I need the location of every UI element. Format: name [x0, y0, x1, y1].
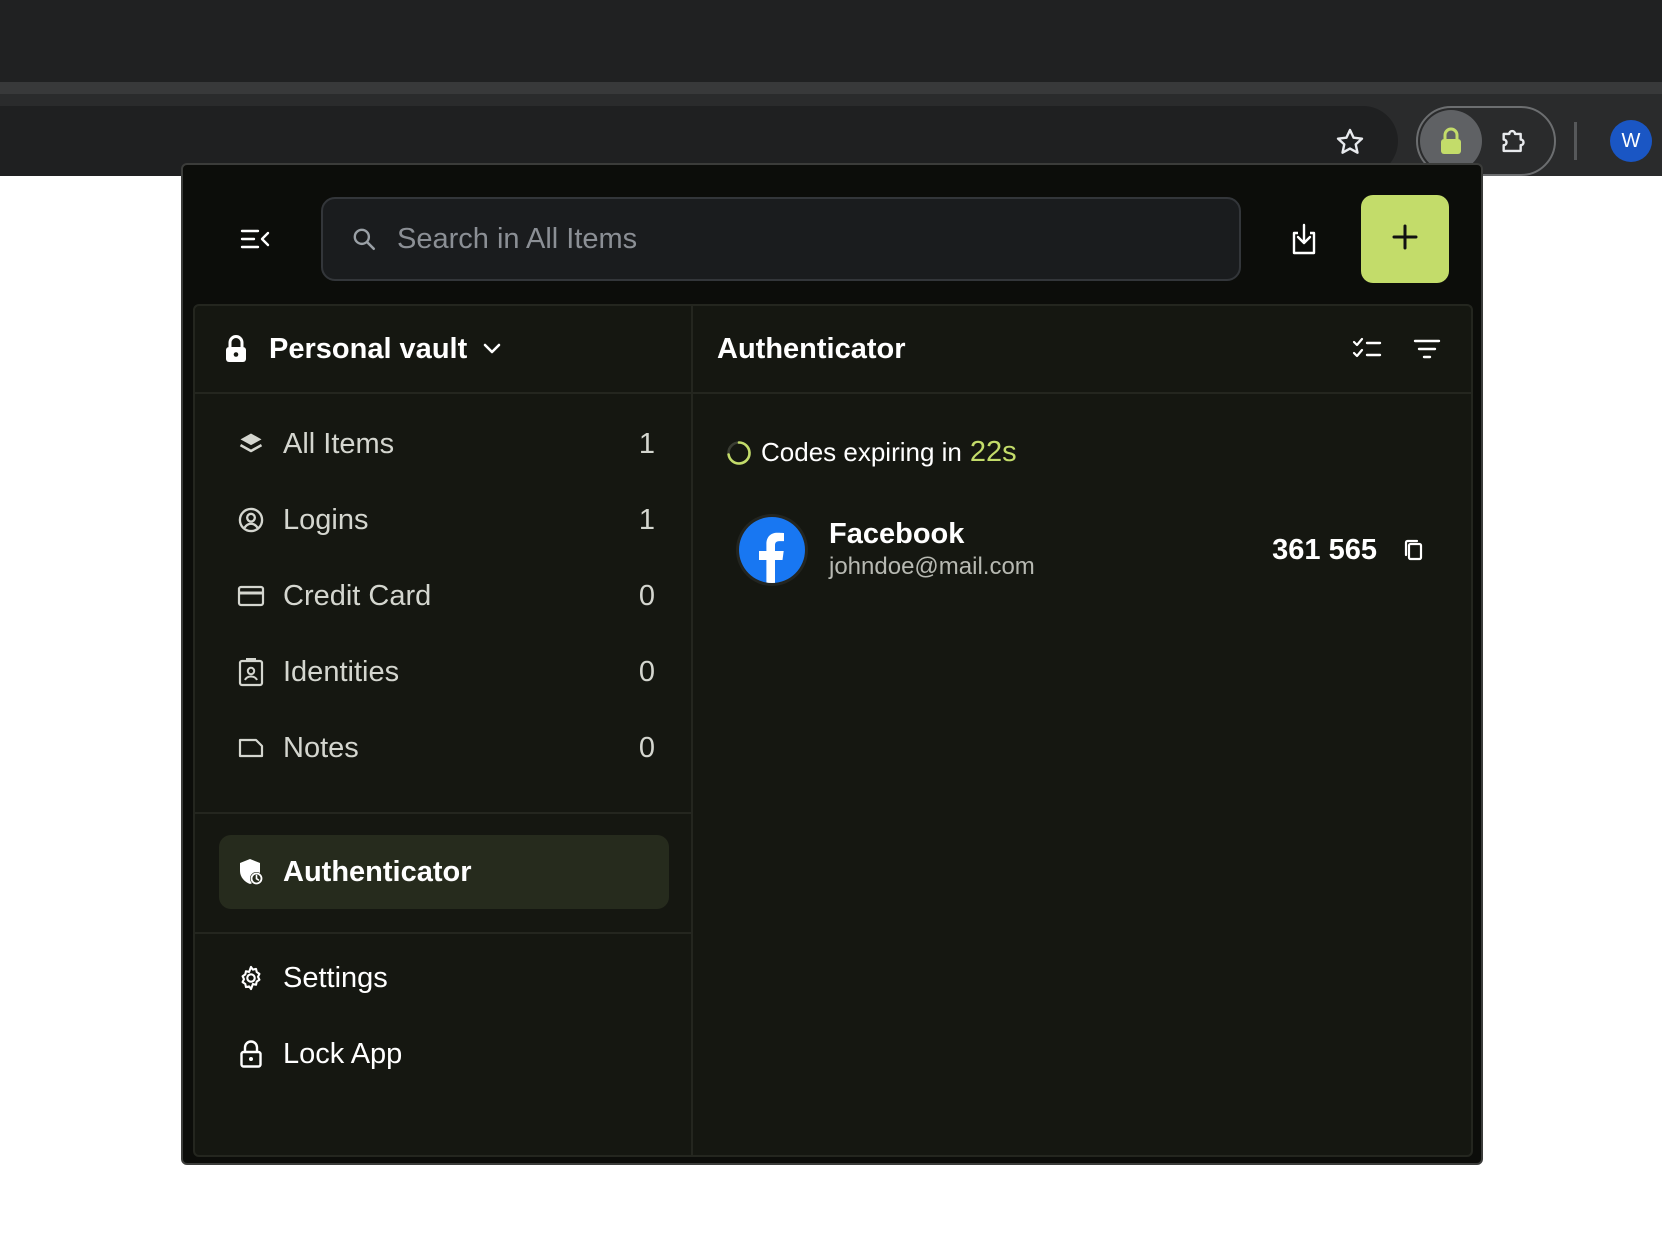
browser-toolbar: W — [0, 82, 1662, 176]
search-bar[interactable] — [321, 197, 1241, 281]
lock-icon — [235, 1038, 267, 1070]
nav-item-notes[interactable]: Notes 0 — [235, 718, 655, 778]
divider — [195, 932, 691, 934]
nav-label: All Items — [283, 427, 395, 460]
nav-label: Credit Card — [283, 579, 432, 612]
list-fade — [195, 784, 691, 812]
user-circle-icon — [235, 504, 267, 536]
credit-card-icon — [235, 580, 267, 612]
divider — [195, 812, 691, 814]
lock-app-button[interactable]: Lock App — [235, 1024, 655, 1084]
content-header: Authenticator — [693, 306, 1471, 394]
otp-code[interactable]: 361 565 — [1272, 534, 1377, 567]
add-item-button[interactable] — [1361, 195, 1449, 283]
category-list: All Items 1 Logins 1 Credit Card 0 Ident… — [195, 394, 691, 812]
username: johndoe@mail.com — [829, 553, 1035, 580]
nav-item-logins[interactable]: Logins 1 — [235, 490, 655, 550]
id-badge-icon — [235, 656, 267, 688]
nav-count: 1 — [638, 427, 655, 460]
filter-icon[interactable] — [1405, 327, 1449, 371]
extensions-puzzle-icon[interactable] — [1494, 120, 1536, 162]
countdown-ring-icon — [725, 439, 753, 467]
nav-item-credit-card[interactable]: Credit Card 0 — [235, 566, 655, 626]
nav-label: Logins — [283, 503, 369, 536]
nav-label: Notes — [283, 731, 359, 764]
browser-titlebar — [0, 0, 1662, 82]
sidebar: Personal vault All Items 1 Logins 1 Cred… — [195, 306, 693, 1155]
otp-entry-details: Facebook johndoe@mail.com — [829, 517, 1272, 583]
nav-item-identities[interactable]: Identities 0 — [235, 642, 655, 702]
search-input[interactable] — [397, 222, 1197, 256]
note-icon — [235, 732, 267, 764]
nav-count: 0 — [638, 579, 655, 612]
bookmark-star-icon[interactable] — [1328, 120, 1372, 164]
expiry-text: Codes expiring in — [761, 437, 962, 467]
gear-icon — [235, 962, 267, 994]
nav-label: Settings — [283, 961, 388, 994]
content-panel: Personal vault All Items 1 Logins 1 Cred… — [193, 304, 1473, 1157]
nav-label: Authenticator — [283, 855, 472, 888]
chevron-down-icon — [481, 338, 503, 360]
bulk-select-icon[interactable] — [1345, 327, 1389, 371]
settings-button[interactable]: Settings — [235, 948, 655, 1008]
nav-item-all-items[interactable]: All Items 1 — [235, 414, 655, 474]
vault-name: Personal vault — [269, 332, 468, 365]
nav-count: 0 — [638, 655, 655, 688]
code-expiry-indicator: Codes expiring in 22s — [725, 436, 1017, 469]
main-content: Authenticator Codes expiring in 22s Face… — [693, 306, 1471, 1155]
vault-selector[interactable]: Personal vault — [195, 306, 691, 394]
nav-count: 1 — [638, 503, 655, 536]
shield-clock-icon — [235, 856, 267, 888]
otp-entry[interactable]: Facebook johndoe@mail.com 361 565 — [739, 514, 1429, 586]
nav-label: Identities — [283, 655, 400, 688]
toolbar-separator — [1574, 122, 1577, 160]
nav-label: Lock App — [283, 1037, 403, 1070]
copy-icon[interactable] — [1399, 535, 1429, 565]
import-icon[interactable] — [1281, 217, 1327, 263]
plus-icon — [1391, 223, 1419, 256]
expiry-seconds: 22s — [969, 436, 1017, 468]
profile-avatar[interactable]: W — [1610, 120, 1652, 162]
menu-collapse-icon[interactable] — [233, 217, 277, 261]
layers-icon — [235, 428, 267, 460]
nav-item-authenticator[interactable]: Authenticator — [219, 835, 669, 909]
service-name: Facebook — [829, 518, 965, 550]
search-icon — [349, 224, 379, 254]
extension-popup: Personal vault All Items 1 Lo — [181, 163, 1483, 1165]
page-title: Authenticator — [717, 332, 906, 365]
facebook-icon — [739, 517, 805, 583]
lock-icon — [221, 334, 251, 364]
nav-count: 0 — [638, 731, 655, 764]
